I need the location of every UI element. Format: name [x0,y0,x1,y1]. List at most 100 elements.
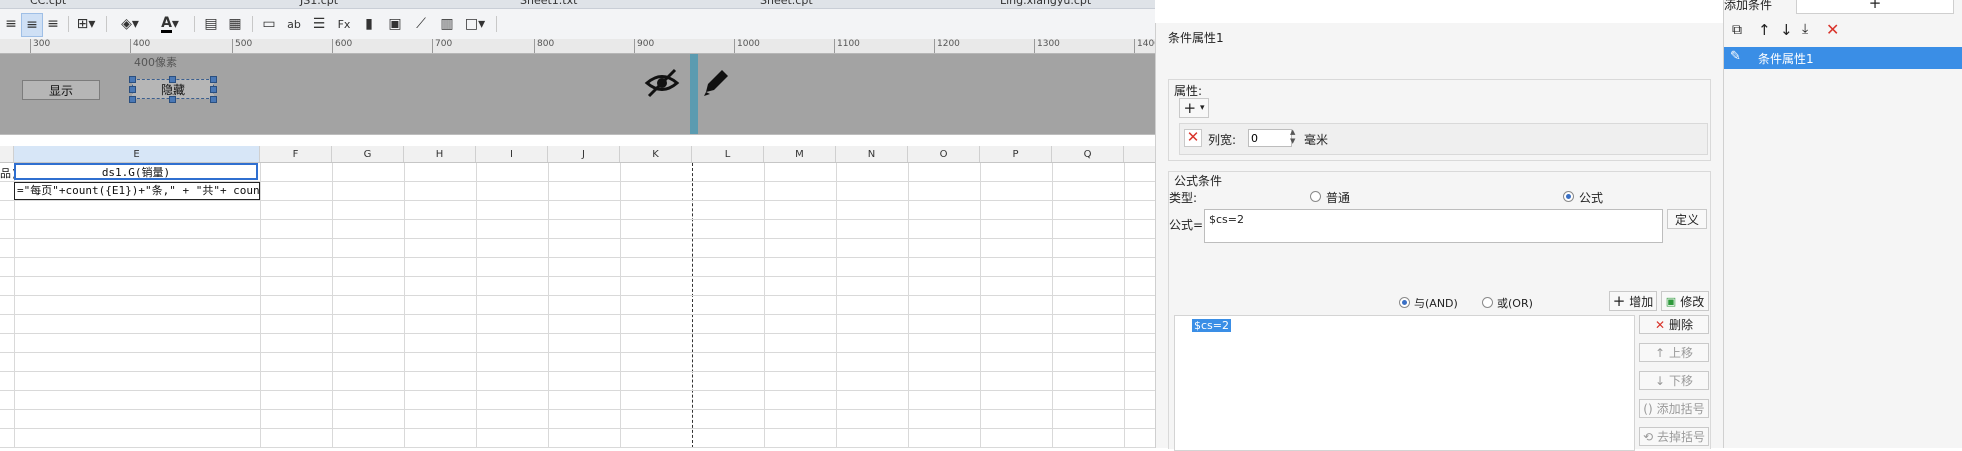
move-bottom-icon[interactable]: ⤓ [1802,21,1808,37]
formula-input[interactable]: $cs=2 [1204,209,1663,243]
column-width-row: ✕ 列宽: ▲▼ 毫米 [1179,123,1708,155]
grid-line [476,163,477,448]
edit-icon: ▣ [1665,294,1677,308]
border-icon[interactable]: ⊞▾ [74,13,98,35]
subreport-icon[interactable]: ▥ [438,13,456,35]
align-left-icon[interactable]: ≡ [2,13,20,35]
define-button[interactable]: 定义 [1667,209,1707,229]
eye-hidden-icon[interactable] [644,68,680,98]
remove-attribute-icon[interactable]: ✕ [1184,129,1202,147]
type-formula-radio[interactable] [1563,191,1574,202]
column-header-p[interactable]: P [980,146,1052,162]
type-formula-label: 公式 [1579,191,1604,205]
add-bracket-button[interactable]: () 添加括号 [1639,399,1709,418]
move-down-button[interactable]: ↓ 下移 [1639,371,1709,390]
text-icon[interactable]: ab [284,13,304,35]
column-header-g[interactable]: G [332,146,404,162]
column-header-m[interactable]: M [764,146,836,162]
column-header-q[interactable]: Q [1052,146,1124,162]
add-condition-plus-button[interactable]: + [1796,0,1954,14]
document-tab[interactable]: JS1.cpt [300,0,338,8]
document-tab-strip: CC.cpt JS1.cpt Sheet1.txt Sheet.cpt Ling… [0,0,1155,9]
show-button-widget[interactable]: 显示 [22,80,100,100]
merge-cells-icon[interactable]: ▤ [202,13,220,35]
parameter-design-area[interactable]: 400像素 显示 隐藏 [0,54,1155,134]
grid-line [332,163,333,448]
and-radio[interactable] [1399,297,1410,308]
chart-icon[interactable]: ▮ [360,13,378,35]
resize-handle[interactable] [169,96,176,103]
ruler-label: 1200 [937,39,960,49]
spreadsheet-grid[interactable]: 品) ds1.G(销量) ="每页"+count({E1})+"条," + "共… [0,163,1155,448]
column-header-e[interactable]: E [14,146,260,162]
add-condition-button[interactable]: + 增加 [1609,291,1657,311]
arrow-up-icon[interactable]: ↑ [1758,21,1771,39]
resize-handle[interactable] [210,86,217,93]
frozen-icon[interactable]: □▾ [464,13,486,35]
cell-e1-selected[interactable]: ds1.G(销量) [14,163,258,180]
pencil-icon[interactable] [700,64,730,98]
type-normal-radio[interactable] [1310,191,1321,202]
ruler-label: 1300 [1037,39,1060,49]
condition-list-item[interactable]: $cs=2 [1192,319,1231,332]
column-width-input[interactable] [1248,129,1292,147]
ruler-label: 1100 [837,39,860,49]
formula-icon[interactable]: Fx [334,13,354,35]
add-attribute-button[interactable]: + ▾ [1179,98,1209,118]
font-color-icon[interactable]: A ▾ [155,13,185,35]
remove-bracket-button[interactable]: ⟲ 去掉括号 [1639,427,1709,446]
image-icon[interactable]: ▣ [386,13,404,35]
align-right-icon[interactable]: ≡ [44,13,62,35]
ruler-label: 800 [537,39,555,49]
or-radio[interactable] [1482,297,1493,308]
column-header-n[interactable]: N [836,146,908,162]
column-header-l[interactable]: L [692,146,764,162]
split-cells-icon[interactable]: ▦ [226,13,244,35]
copy-icon[interactable]: ⧉ [1732,22,1742,38]
condition-list[interactable]: $cs=2 [1174,315,1635,451]
resize-handle[interactable] [169,76,176,83]
delete-condition-button[interactable]: ✕ 删除 [1639,315,1709,334]
rich-text-icon[interactable]: ☰ [310,13,328,35]
resize-handle[interactable] [129,76,136,83]
column-header-j[interactable]: J [548,146,620,162]
column-header-f[interactable]: F [260,146,332,162]
resize-handle[interactable] [129,96,136,103]
cell-d1[interactable]: 品) [0,165,14,181]
column-header-i[interactable]: I [476,146,548,162]
column-header-o[interactable]: O [908,146,980,162]
add-condition-header: 添加条件 [1724,0,1773,12]
width-spinner[interactable]: ▲ ▼ [1290,128,1300,146]
move-up-button[interactable]: ↑ 上移 [1639,343,1709,362]
resize-handle[interactable] [129,86,136,93]
document-tab[interactable]: Sheet.cpt [760,0,813,8]
fill-color-icon[interactable]: ◈▾ [115,13,145,35]
or-label: 或(OR) [1497,297,1533,310]
arrow-down-icon[interactable]: ↓ [1780,21,1793,39]
ruler-label: 500 [235,39,253,49]
grid-line [0,314,1155,315]
delete-condition-label: 删除 [1669,318,1694,332]
resize-handle[interactable] [210,76,217,83]
slash-icon[interactable]: ⟋ [412,13,430,35]
align-center-icon[interactable]: ≡ [21,13,43,37]
column-header-k[interactable]: K [620,146,692,162]
document-tab[interactable]: Sheet1.txt [520,0,577,8]
close-icon[interactable]: ✕ [1826,20,1839,39]
grid-line [0,352,1155,353]
insert-cell-icon[interactable]: ▭ [260,13,278,35]
document-tab[interactable]: CC.cpt [30,0,66,8]
document-tab[interactable]: Ling.xiangyu.cpt [1000,0,1091,8]
grid-line [0,428,1155,429]
attributes-label: 属性: [1174,84,1203,98]
cell-e2[interactable]: ="每页"+count({E1})+"条," + "共"+ count( [14,182,260,200]
ruler-tick [1034,39,1035,53]
list-item-selected[interactable]: ✎ 条件属性1 [1724,47,1962,69]
column-header-h[interactable]: H [404,146,476,162]
ruler-label: 1000 [737,39,760,49]
modify-condition-button[interactable]: ▣ 修改 [1661,291,1709,311]
resize-handle[interactable] [210,96,217,103]
column-boundary-marker[interactable] [690,54,698,134]
column-header[interactable] [0,146,14,162]
grid-line [0,219,1155,220]
